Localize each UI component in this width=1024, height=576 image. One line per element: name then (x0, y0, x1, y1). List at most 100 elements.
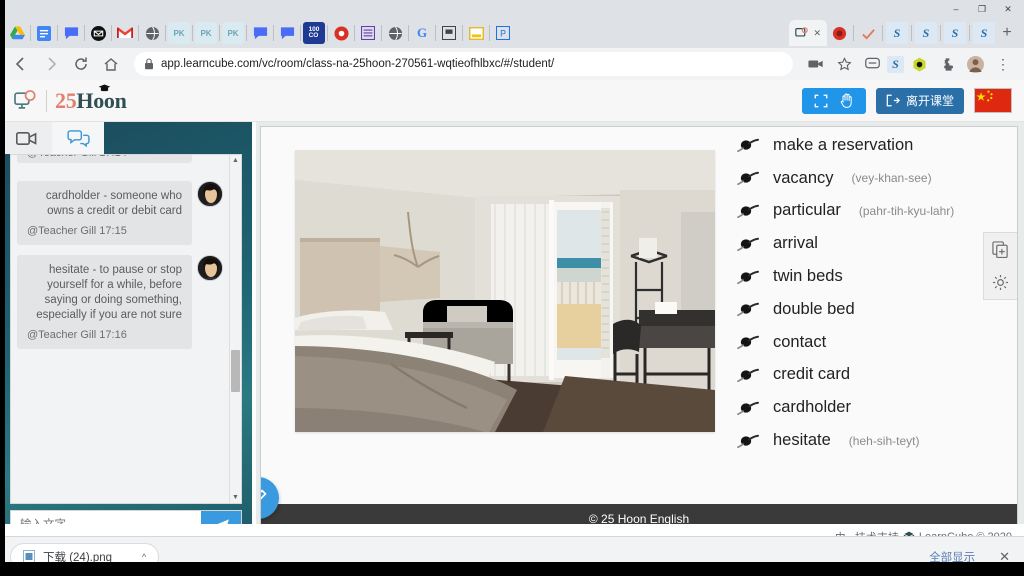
bookmark-pk-1[interactable]: PK (168, 22, 190, 44)
settings-gear-icon[interactable] (992, 274, 1009, 291)
back-arrow-icon[interactable] (8, 51, 34, 77)
vocab-item[interactable]: contact (737, 326, 1007, 359)
camera-icon[interactable] (803, 51, 829, 77)
bookmark-yellow[interactable] (465, 22, 487, 44)
vocab-word: make a reservation (773, 135, 914, 154)
chat-scrollbar[interactable]: ▲ ▼ (229, 155, 241, 503)
app-header: 25Hoon 离开课堂 (0, 80, 1024, 122)
tab-strip: – ❐ ✕ (0, 0, 1024, 18)
pen-stroke-bullet (737, 400, 761, 416)
maximize-button[interactable]: ❐ (970, 0, 994, 18)
vocab-word: hesitate (773, 431, 831, 450)
vocab-item[interactable]: twin beds (737, 260, 1007, 293)
bookmark-hundred[interactable]: 100 CO (303, 22, 325, 44)
message-bubble: cardholder - someone who owns a credit o… (17, 181, 192, 246)
vocab-item[interactable]: arrival (737, 227, 1007, 260)
extensions-puzzle-icon[interactable] (934, 51, 960, 77)
tab-close-icon[interactable]: ✕ (813, 28, 821, 39)
tab-chat[interactable] (52, 122, 104, 154)
browser-tab-red[interactable] (828, 22, 850, 44)
avatar-teacher[interactable] (197, 255, 223, 282)
bookmark-pk-2[interactable]: PK (195, 22, 217, 44)
minimize-button[interactable]: – (944, 0, 968, 18)
message-meta: @Teacher Gill 17:14 (27, 155, 182, 159)
scroll-down-arrow[interactable]: ▼ (232, 494, 239, 501)
forward-arrow-icon[interactable] (38, 51, 64, 77)
browser-tab-active[interactable]: ✕ (789, 20, 827, 46)
bookmark-gmail[interactable] (114, 22, 136, 44)
browser-tabs: ✕ S S S S + (789, 18, 1018, 48)
bookmark-chat[interactable] (60, 22, 82, 44)
vocab-word: credit card (773, 365, 851, 384)
new-tab-button[interactable]: + (996, 22, 1018, 44)
bookmark-chat-3[interactable] (276, 22, 298, 44)
china-flag[interactable] (974, 88, 1012, 113)
close-window-button[interactable]: ✕ (996, 0, 1020, 18)
hotel-room-photo (295, 150, 715, 432)
tab-separator (882, 25, 883, 41)
whiteboard-canvas[interactable]: make a reservation vacancy (vey-khan-see… (261, 127, 1017, 504)
bookmark-google[interactable]: G (411, 22, 433, 44)
exit-door-icon (886, 94, 900, 107)
scroll-up-arrow[interactable]: ▲ (232, 157, 239, 164)
tab-separator (911, 25, 912, 41)
address-bar[interactable]: app.learncube.com/vc/room/class-na-25hoo… (134, 52, 793, 76)
vocab-item[interactable]: cardholder (737, 391, 1007, 424)
browser-toolbar: app.learncube.com/vc/room/class-na-25hoo… (0, 48, 1024, 80)
browser-tab-s2[interactable]: S (915, 22, 937, 44)
bookmark-pk-3[interactable]: PK (222, 22, 244, 44)
bookmark-separator (111, 25, 112, 41)
bookmark-google-drive[interactable] (6, 22, 28, 44)
bookmark-save[interactable] (438, 22, 460, 44)
bookmark-separator (57, 25, 58, 41)
tab-video[interactable] (0, 122, 52, 154)
reload-icon[interactable] (68, 51, 94, 77)
bookmark-p[interactable]: P (492, 22, 514, 44)
pen-stroke-bullet (737, 334, 761, 350)
add-page-icon[interactable] (992, 241, 1009, 258)
whiteboard[interactable]: make a reservation vacancy (vey-khan-see… (260, 126, 1018, 534)
extension-s-icon[interactable]: S (887, 55, 904, 73)
raise-hand-icon[interactable] (840, 93, 854, 108)
pen-stroke-bullet (737, 269, 761, 285)
profile-avatar[interactable] (962, 51, 988, 77)
bookmark-globe-2[interactable] (384, 22, 406, 44)
vocab-word: particular (773, 201, 841, 220)
browser-tab-s4[interactable]: S (973, 22, 995, 44)
screen-bottom-letterbox (0, 562, 1024, 576)
app-logo[interactable]: 25Hoon (14, 83, 127, 114)
vocab-item[interactable]: hesitate (heh-sih-teyt) (737, 424, 1007, 457)
bookmark-list[interactable] (357, 22, 379, 44)
vocab-phonetic: (heh-sih-teyt) (848, 433, 920, 448)
chrome-menu-icon[interactable]: ⋮ (990, 51, 1016, 77)
vocab-word: double bed (773, 299, 855, 318)
chat-messages-scroll[interactable]: @Teacher Gill 17:14 cardholder - someone… (11, 155, 229, 503)
vocab-item[interactable]: credit card (737, 359, 1007, 392)
scrollbar-thumb[interactable] (231, 350, 240, 392)
bookmark-star-icon[interactable] (831, 51, 857, 77)
browser-tab-check[interactable] (857, 22, 879, 44)
browser-tab-s1[interactable]: S (886, 22, 908, 44)
avatar-teacher[interactable] (197, 181, 223, 207)
message-text: cardholder - someone who owns a credit o… (45, 190, 182, 217)
bookmark-mail-circle[interactable] (87, 22, 109, 44)
chat-message: cardholder - someone who owns a credit o… (17, 181, 223, 246)
bookmark-red-circle[interactable] (330, 22, 352, 44)
chevron-up-icon[interactable]: ^ (142, 552, 146, 562)
bookmark-globe[interactable] (141, 22, 163, 44)
fullscreen-icon[interactable] (814, 94, 828, 108)
home-icon[interactable] (98, 51, 124, 77)
vocab-phonetic: (vey-khan-see) (851, 171, 932, 186)
vocab-item[interactable]: particular (pahr-tih-kyu-lahr) (737, 195, 1007, 228)
vocab-item[interactable]: make a reservation (737, 129, 1007, 162)
extension-green-icon[interactable] (906, 51, 932, 77)
leave-classroom-button[interactable]: 离开课堂 (875, 87, 964, 114)
bookmark-separator (327, 25, 328, 41)
vocab-item[interactable]: vacancy (vey-khan-see) (737, 162, 1007, 195)
bookmark-chat-2[interactable] (249, 22, 271, 44)
extension-speech-icon[interactable] (859, 51, 885, 77)
view-controls-group[interactable] (801, 87, 866, 114)
browser-tab-s3[interactable]: S (944, 22, 966, 44)
vocab-item[interactable]: double bed (737, 293, 1007, 326)
bookmark-docs[interactable] (33, 22, 55, 44)
